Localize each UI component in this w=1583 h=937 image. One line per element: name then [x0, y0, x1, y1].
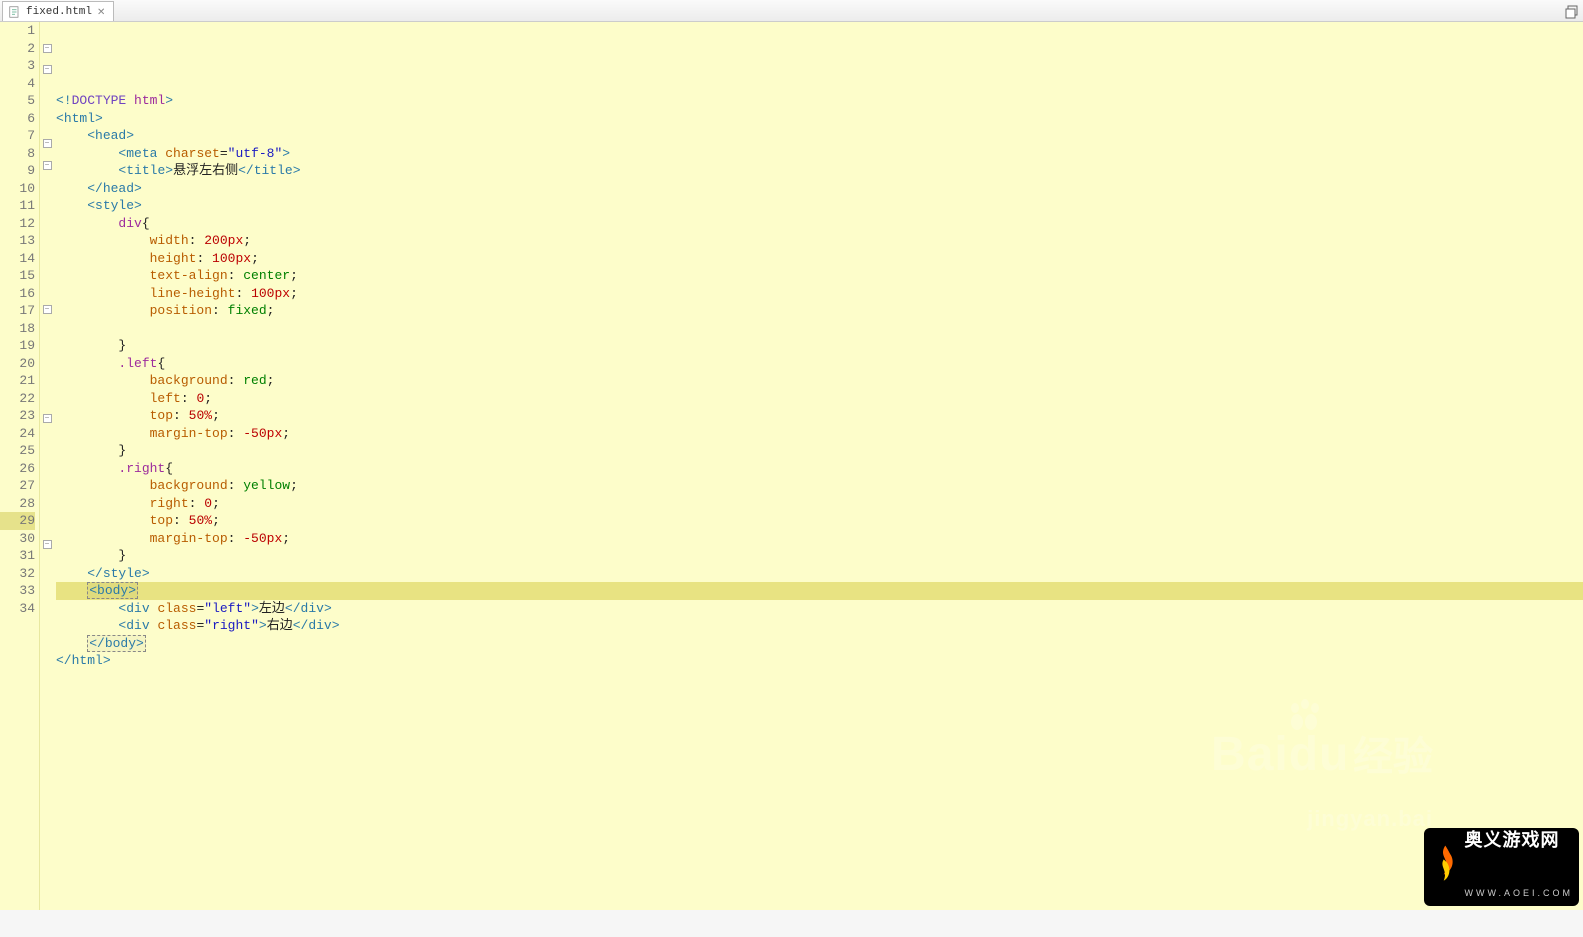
line-number: 19 — [0, 337, 35, 355]
line-number: 4 — [0, 75, 35, 93]
line-number: 27 — [0, 477, 35, 495]
code-line[interactable]: <div class="left">左边</div> — [56, 600, 1583, 618]
line-number: 21 — [0, 372, 35, 390]
line-number: 16 — [0, 285, 35, 303]
fold-toggle-icon[interactable]: − — [43, 65, 52, 74]
line-number: 29 — [0, 512, 35, 530]
line-number: 8 — [0, 145, 35, 163]
fold-toggle-icon[interactable]: − — [43, 44, 52, 53]
tab-bar: fixed.html ✕ — [0, 0, 1583, 22]
line-number: 6 — [0, 110, 35, 128]
line-number: 25 — [0, 442, 35, 460]
line-number: 22 — [0, 390, 35, 408]
restore-window-icon[interactable] — [1563, 3, 1581, 21]
line-number: 30 — [0, 530, 35, 548]
code-line[interactable]: position: fixed; — [56, 302, 1583, 320]
fold-toggle-icon[interactable]: − — [43, 540, 52, 549]
fold-toggle-icon[interactable]: − — [43, 305, 52, 314]
code-line[interactable]: <!DOCTYPE html> — [56, 92, 1583, 110]
html-file-icon — [9, 6, 21, 18]
code-line[interactable]: </html> — [56, 652, 1583, 670]
line-number: 33 — [0, 582, 35, 600]
code-line[interactable]: margin-top: -50px; — [56, 530, 1583, 548]
code-line[interactable]: </style> — [56, 565, 1583, 583]
code-line[interactable]: div{ — [56, 215, 1583, 233]
logo-text-en: WWW.AOEI.COM — [1465, 885, 1574, 903]
code-line[interactable]: <head> — [56, 127, 1583, 145]
code-line[interactable]: .left{ — [56, 355, 1583, 373]
code-content[interactable]: Baidu 经验 jingyan.bai 奥义游戏网 WWW.AOEI.COM … — [54, 22, 1583, 910]
fold-toggle-icon[interactable]: − — [43, 139, 52, 148]
line-number: 24 — [0, 425, 35, 443]
line-number: 17 — [0, 302, 35, 320]
code-line[interactable]: <title>悬浮左右侧</title> — [56, 162, 1583, 180]
line-number: 5 — [0, 92, 35, 110]
aoei-logo: 奥义游戏网 WWW.AOEI.COM — [1424, 828, 1579, 906]
fold-column[interactable]: − − − − − − − — [40, 22, 54, 910]
line-number: 23 — [0, 407, 35, 425]
code-line[interactable]: height: 100px; — [56, 250, 1583, 268]
line-number: 18 — [0, 320, 35, 338]
code-line[interactable] — [56, 320, 1583, 338]
tab-label: fixed.html — [26, 6, 92, 18]
line-number: 1 — [0, 22, 35, 40]
code-line[interactable]: left: 0; — [56, 390, 1583, 408]
line-number: 34 — [0, 600, 35, 618]
code-line[interactable] — [56, 670, 1583, 688]
code-line[interactable]: top: 50%; — [56, 407, 1583, 425]
baidu-watermark: Baidu 经验 jingyan.bai — [1211, 711, 1433, 862]
line-number: 32 — [0, 565, 35, 583]
line-number: 2 — [0, 40, 35, 58]
code-line[interactable]: right: 0; — [56, 495, 1583, 513]
code-line[interactable]: <html> — [56, 110, 1583, 128]
code-line[interactable]: line-height: 100px; — [56, 285, 1583, 303]
line-number: 7 — [0, 127, 35, 145]
code-line[interactable]: <body> — [56, 582, 1583, 600]
code-line[interactable]: </body> — [56, 635, 1583, 653]
code-line[interactable]: } — [56, 337, 1583, 355]
watermark-text: Bai — [1211, 728, 1289, 781]
code-line[interactable]: width: 200px; — [56, 232, 1583, 250]
line-number: 31 — [0, 547, 35, 565]
line-number: 9 — [0, 162, 35, 180]
line-number: 10 — [0, 180, 35, 198]
watermark-text: du — [1289, 728, 1350, 781]
line-number: 14 — [0, 250, 35, 268]
line-number: 28 — [0, 495, 35, 513]
flame-icon — [1430, 837, 1461, 897]
line-number: 26 — [0, 460, 35, 478]
code-line[interactable]: <meta charset="utf-8"> — [56, 145, 1583, 163]
line-number: 11 — [0, 197, 35, 215]
tab-fixed-html[interactable]: fixed.html ✕ — [2, 1, 114, 21]
code-line[interactable]: </head> — [56, 180, 1583, 198]
code-line[interactable]: } — [56, 442, 1583, 460]
line-number: 12 — [0, 215, 35, 233]
code-line[interactable]: margin-top: -50px; — [56, 425, 1583, 443]
editor-area[interactable]: 1234567891011121314151617181920212223242… — [0, 22, 1583, 910]
line-number-gutter: 1234567891011121314151617181920212223242… — [0, 22, 40, 910]
code-line[interactable]: top: 50%; — [56, 512, 1583, 530]
code-line[interactable]: text-align: center; — [56, 267, 1583, 285]
fold-toggle-icon[interactable]: − — [43, 414, 52, 423]
code-line[interactable]: background: red; — [56, 372, 1583, 390]
line-number: 15 — [0, 267, 35, 285]
logo-text-cn: 奥义游戏网 — [1465, 832, 1574, 850]
code-line[interactable]: .right{ — [56, 460, 1583, 478]
line-number: 13 — [0, 232, 35, 250]
watermark-subtext: jingyan.bai — [1211, 810, 1433, 828]
code-line[interactable]: } — [56, 547, 1583, 565]
code-line[interactable]: <style> — [56, 197, 1583, 215]
code-line[interactable]: background: yellow; — [56, 477, 1583, 495]
line-number: 20 — [0, 355, 35, 373]
code-line[interactable]: <div class="right">右边</div> — [56, 617, 1583, 635]
watermark-text: 经验 — [1353, 735, 1433, 779]
close-icon[interactable]: ✕ — [97, 7, 107, 17]
line-number: 3 — [0, 57, 35, 75]
fold-toggle-icon[interactable]: − — [43, 161, 52, 170]
